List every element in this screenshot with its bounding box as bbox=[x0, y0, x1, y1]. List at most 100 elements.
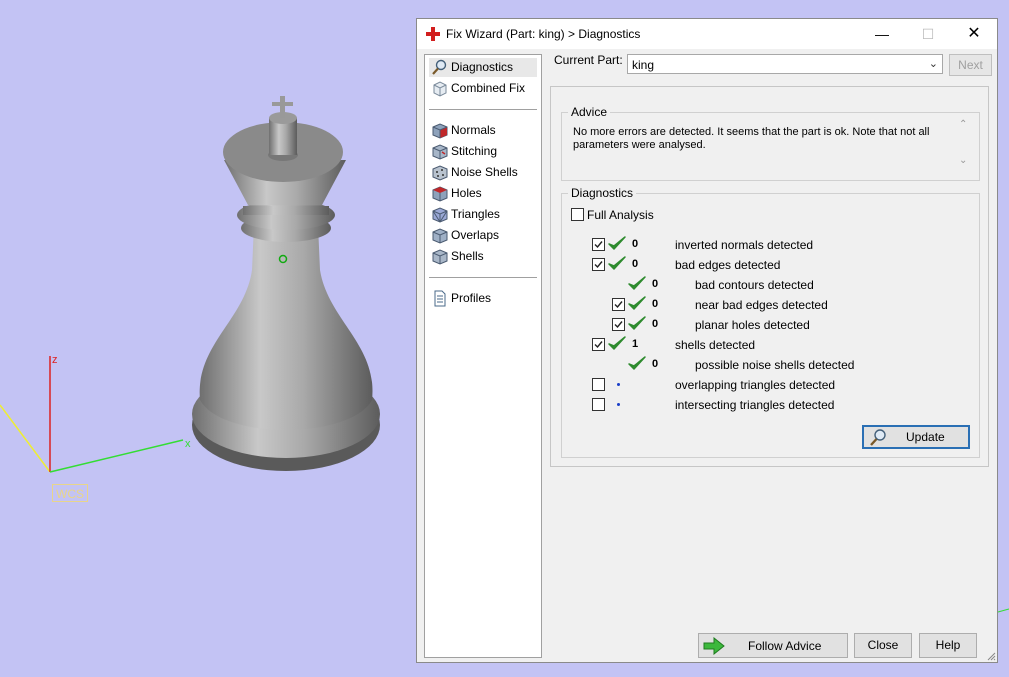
magnifier-icon bbox=[432, 59, 447, 75]
title-bar[interactable]: Fix Wizard (Part: king) > Diagnostics — … bbox=[417, 19, 997, 49]
row-checkbox[interactable] bbox=[592, 338, 605, 351]
advice-group: Advice No more errors are detected. It s… bbox=[561, 105, 980, 181]
scroll-up-icon: ⌃ bbox=[959, 119, 968, 130]
help-button[interactable]: Help bbox=[919, 633, 977, 658]
scroll-down-icon: ⌄ bbox=[959, 155, 968, 166]
row-label: shells detected bbox=[675, 338, 756, 352]
overlaps-cube-icon bbox=[432, 228, 448, 244]
chevron-down-icon: ⌄ bbox=[928, 58, 938, 70]
window-title: Fix Wizard (Part: king) > Diagnostics bbox=[446, 27, 641, 41]
nav-label: Diagnostics bbox=[451, 60, 514, 74]
wcs-label: WCS bbox=[52, 484, 88, 502]
pending-dot-icon bbox=[617, 403, 620, 406]
fix-wizard-window: Fix Wizard (Part: king) > Diagnostics — … bbox=[416, 18, 998, 663]
y-axis bbox=[0, 404, 51, 473]
next-button[interactable]: Next bbox=[949, 54, 992, 76]
nav-label: Profiles bbox=[451, 291, 492, 305]
green-check-icon bbox=[628, 316, 646, 332]
follow-advice-button[interactable]: Follow Advice bbox=[698, 633, 848, 658]
row-checkbox[interactable] bbox=[592, 398, 605, 411]
row-count: 0 bbox=[652, 298, 659, 310]
row-count: 0 bbox=[652, 278, 659, 290]
noise-shells-icon bbox=[432, 165, 448, 181]
nav-divider bbox=[429, 277, 537, 278]
nav-label: Normals bbox=[451, 123, 496, 137]
nav-item-stitching[interactable]: Stitching bbox=[429, 142, 537, 161]
nav-label: Combined Fix bbox=[451, 81, 526, 95]
nav-divider bbox=[429, 109, 537, 110]
close-button[interactable]: Close bbox=[854, 633, 912, 658]
row-checkbox[interactable] bbox=[612, 298, 625, 311]
magnifier-icon bbox=[870, 429, 886, 446]
wizard-nav: Diagnostics Combined Fix Normals Stitchi… bbox=[424, 54, 542, 658]
nav-item-shells[interactable]: Shells bbox=[429, 247, 537, 266]
green-check-icon bbox=[608, 236, 626, 252]
z-axis-label: z bbox=[52, 354, 58, 366]
row-count: 1 bbox=[632, 338, 639, 350]
row-label: bad edges detected bbox=[675, 258, 781, 272]
row-count: 0 bbox=[652, 318, 659, 330]
close-window-button[interactable]: ✕ bbox=[951, 19, 997, 49]
nav-label: Triangles bbox=[451, 207, 500, 221]
row-label: bad contours detected bbox=[695, 278, 814, 292]
nav-item-triangles[interactable]: Triangles bbox=[429, 205, 537, 224]
update-label: Update bbox=[906, 430, 945, 444]
triangles-cube-icon bbox=[432, 207, 448, 223]
row-label: possible noise shells detected bbox=[695, 358, 855, 372]
green-check-icon bbox=[628, 296, 646, 312]
current-part-value: king bbox=[632, 58, 655, 72]
row-checkbox[interactable] bbox=[592, 238, 605, 251]
green-check-icon bbox=[608, 336, 626, 352]
full-analysis-label: Full Analysis bbox=[587, 208, 654, 222]
row-count: 0 bbox=[632, 238, 639, 250]
row-label: planar holes detected bbox=[695, 318, 810, 332]
follow-advice-label: Follow Advice bbox=[748, 639, 822, 653]
pending-dot-icon bbox=[617, 383, 620, 386]
nav-item-holes[interactable]: Holes bbox=[429, 184, 537, 203]
current-part-select[interactable]: king ⌄ bbox=[627, 54, 943, 74]
shells-cube-icon bbox=[432, 249, 448, 265]
advice-title: Advice bbox=[568, 105, 611, 119]
nav-label: Noise Shells bbox=[451, 165, 518, 179]
row-checkbox[interactable] bbox=[592, 258, 605, 271]
row-label: intersecting triangles detected bbox=[675, 398, 835, 412]
document-icon bbox=[434, 290, 446, 307]
cube-outline-icon bbox=[433, 81, 447, 97]
green-check-icon bbox=[628, 356, 646, 372]
advice-text: No more errors are detected. It seems th… bbox=[573, 126, 930, 151]
nav-label: Shells bbox=[451, 249, 484, 263]
nav-item-normals[interactable]: Normals bbox=[429, 121, 537, 140]
row-label: overlapping triangles detected bbox=[675, 378, 836, 392]
current-part-label: Current Part: bbox=[554, 53, 623, 67]
advice-scrollbar[interactable]: ⌃ ⌄ bbox=[957, 119, 971, 169]
maximize-button[interactable]: ☐ bbox=[905, 19, 951, 49]
diagnostics-group: Diagnostics Full Analysis 0 inverted norm… bbox=[561, 186, 980, 458]
normals-cube-icon bbox=[432, 123, 448, 139]
resize-grip-icon[interactable] bbox=[986, 651, 996, 661]
nav-label: Stitching bbox=[451, 144, 498, 158]
holes-cube-icon bbox=[432, 186, 448, 202]
green-check-icon bbox=[608, 256, 626, 272]
nav-item-overlaps[interactable]: Overlaps bbox=[429, 226, 537, 245]
row-checkbox[interactable] bbox=[592, 378, 605, 391]
x-axis bbox=[49, 439, 184, 473]
update-button[interactable]: Update bbox=[862, 425, 970, 449]
row-label: inverted normals detected bbox=[675, 238, 814, 252]
x-axis-label: x bbox=[185, 438, 191, 450]
row-label: near bad edges detected bbox=[695, 298, 828, 312]
king-model[interactable] bbox=[192, 96, 380, 471]
nav-item-diagnostics[interactable]: Diagnostics bbox=[429, 58, 537, 77]
diagnostics-panel: Advice No more errors are detected. It s… bbox=[550, 86, 989, 467]
full-analysis-checkbox[interactable] bbox=[571, 208, 584, 221]
diagnostics-title: Diagnostics bbox=[568, 186, 637, 200]
nav-item-noise-shells[interactable]: Noise Shells bbox=[429, 163, 537, 182]
arrow-right-icon bbox=[703, 637, 725, 655]
nav-item-combined-fix[interactable]: Combined Fix bbox=[429, 79, 537, 98]
row-checkbox[interactable] bbox=[612, 318, 625, 331]
stitching-cube-icon bbox=[432, 144, 448, 160]
row-count: 0 bbox=[652, 358, 659, 370]
nav-label: Overlaps bbox=[451, 228, 500, 242]
row-count: 0 bbox=[632, 258, 639, 270]
minimize-button[interactable]: — bbox=[859, 19, 905, 49]
nav-item-profiles[interactable]: Profiles bbox=[429, 289, 537, 308]
